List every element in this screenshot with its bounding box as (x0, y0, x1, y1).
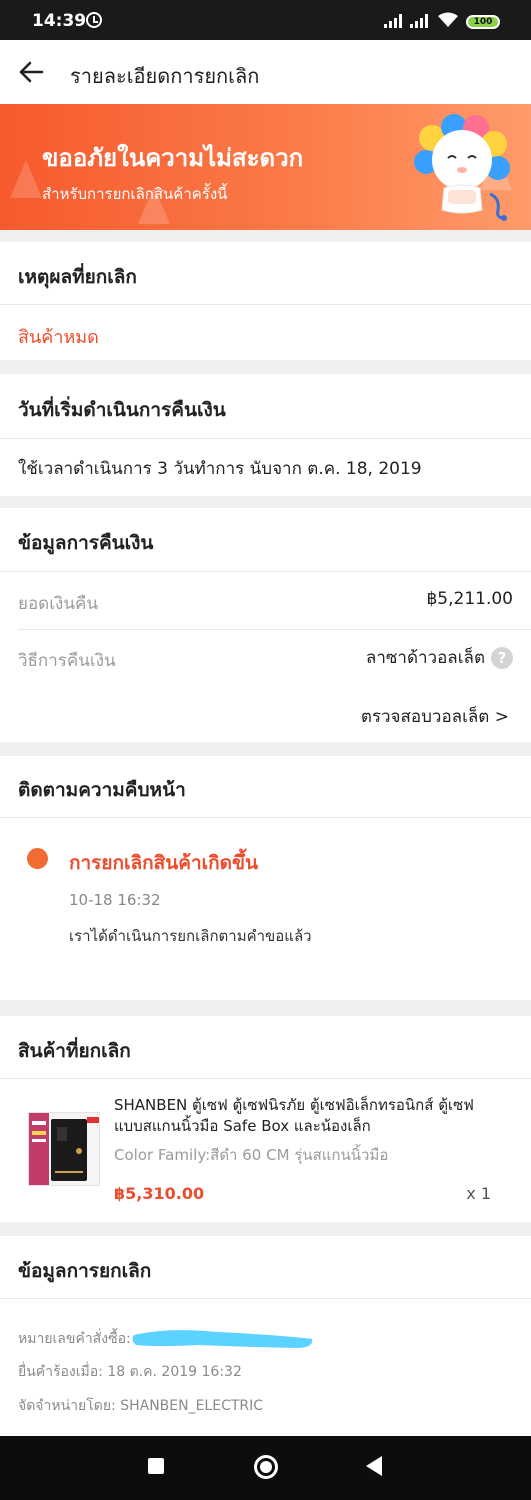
refund-start-value: ใช้เวลาดำเนินการ 3 วันทำการ นับจาก ต.ค. … (18, 459, 422, 479)
alarm-icon (86, 12, 102, 28)
refund-start-section: วันที่เริ่มดำเนินการคืนเงิน ใช้เวลาดำเนิ… (0, 374, 531, 496)
divider (0, 571, 531, 572)
status-time: 14:39 (32, 11, 87, 31)
redaction-mark (132, 1330, 313, 1348)
back-arrow-icon[interactable] (18, 60, 44, 84)
signal-icon (384, 14, 404, 28)
tracking-section: ติดตามความคืบหน้า การยกเลิกสินค้าเกิดขึ้… (0, 756, 531, 1000)
reason-section: เหตุผลที่ยกเลิก สินค้าหมด (0, 242, 531, 360)
product-image[interactable] (28, 1112, 100, 1186)
tracking-event-title: การยกเลิกสินค้าเกิดขึ้น (69, 852, 258, 874)
order-number-label: หมายเลขคำสั่งซื้อ: (18, 1331, 131, 1347)
refund-amount-value: ฿5,211.00 (426, 589, 513, 609)
signal-icon (410, 14, 430, 28)
nav-home-icon[interactable] (254, 1455, 278, 1479)
request-date: ยื่นคำร้องเมื่อ: 18 ต.ค. 2019 16:32 (18, 1364, 242, 1380)
status-bar: 14:39 100 (0, 0, 531, 40)
tracking-event-time: 10-18 16:32 (69, 891, 161, 909)
refund-start-title: วันที่เริ่มดำเนินการคืนเงิน (18, 399, 226, 421)
banner-title: ขออภัยในความไม่สะดวก (42, 144, 304, 172)
nav-back-icon[interactable] (366, 1456, 382, 1476)
divider (0, 1078, 531, 1079)
status-dot-icon (27, 848, 48, 869)
product-variant: Color Family:สีดำ 60 CM รุ่นสแกนนิ้วมือ (114, 1146, 389, 1164)
app-header: รายละเอียดการยกเลิก (0, 40, 531, 104)
refund-info-title: ข้อมูลการคืนเงิน (18, 532, 154, 554)
divider (0, 438, 531, 439)
banner-decoration (10, 160, 42, 198)
mascot-icon (414, 114, 510, 221)
banner-subtitle: สำหรับการยกเลิกสินค้าครั้งนี้ (42, 185, 228, 203)
system-nav-bar (0, 1436, 531, 1500)
refund-info-section: ข้อมูลการคืนเงิน ยอดเงินคืน ฿5,211.00 วิ… (0, 508, 531, 742)
refund-method-value: ลาซาด้าวอลเล็ต (365, 648, 485, 668)
divider (0, 304, 531, 305)
divider (0, 1298, 531, 1299)
product-thumbnail-icon (29, 1113, 99, 1185)
product-quantity: x 1 (466, 1184, 491, 1203)
divider (18, 629, 531, 630)
cancel-info-title: ข้อมูลการยกเลิก (18, 1260, 152, 1282)
apology-banner: ขออภัยในความไม่สะดวก สำหรับการยกเลิกสินค… (0, 104, 531, 230)
cancelled-items-title: สินค้าที่ยกเลิก (18, 1040, 131, 1062)
reason-title: เหตุผลที่ยกเลิก (18, 266, 137, 288)
divider (0, 817, 531, 818)
tracking-title: ติดตามความคืบหน้า (18, 779, 186, 801)
page-title: รายละเอียดการยกเลิก (70, 64, 260, 88)
help-icon[interactable]: ? (491, 647, 513, 669)
refund-amount-label: ยอดเงินคืน (18, 594, 98, 614)
nav-square-icon[interactable] (148, 1458, 164, 1474)
tracking-event-desc: เราได้ดำเนินการยกเลิกตามคำขอแล้ว (69, 927, 312, 945)
product-name[interactable]: SHANBEN ตู้เซฟ ตู้เซฟนิรภัย ตู้เซฟอิเล็ก… (114, 1095, 492, 1137)
refund-method-label: วิธีการคืนเงิน (18, 651, 116, 671)
wifi-icon (438, 12, 458, 27)
battery-icon: 100 (466, 15, 500, 29)
check-wallet-link[interactable]: ตรวจสอบวอลเล็ต > (361, 703, 509, 730)
refund-method: ลาซาด้าวอลเล็ต? (366, 644, 513, 671)
seller-info: จัดจำหน่ายโดย: SHANBEN_ELECTRIC (18, 1398, 264, 1414)
product-price: ฿5,310.00 (114, 1184, 205, 1203)
reason-value: สินค้าหมด (18, 327, 99, 348)
